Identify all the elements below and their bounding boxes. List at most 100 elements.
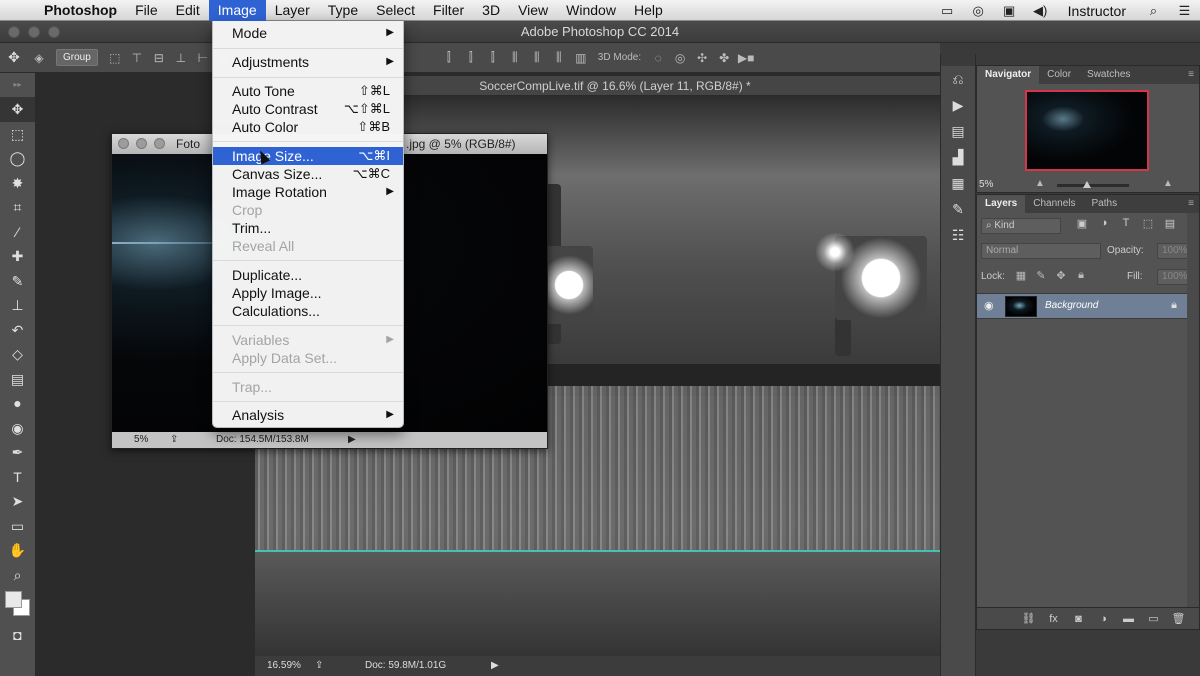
screen-mirror-icon[interactable]: ▭ <box>932 3 963 19</box>
menu-item-duplicate[interactable]: Duplicate... <box>213 266 403 284</box>
menu-item-apply-image[interactable]: Apply Image... <box>213 284 403 302</box>
3d-scale-icon[interactable]: ▶■ <box>735 51 757 65</box>
layers-scrollbar[interactable] <box>1187 213 1199 607</box>
menu-file[interactable]: File <box>126 0 167 21</box>
3d-roll-icon[interactable]: ◎ <box>669 51 691 65</box>
foreground-color-swatch[interactable] <box>5 591 22 608</box>
gradient-tool-icon[interactable]: ▤ <box>0 367 35 392</box>
tab-channels[interactable]: Channels <box>1025 195 1083 213</box>
status-menu-arrow-icon[interactable]: ▶ <box>491 656 499 676</box>
zoom-slider[interactable] <box>1057 184 1129 187</box>
filter-shape-icon[interactable]: ⬚ <box>1137 217 1159 230</box>
rectangle-tool-icon[interactable]: ▭ <box>0 514 35 539</box>
foto-share-icon[interactable]: ⇪ <box>170 432 178 448</box>
menu-item-analysis[interactable]: Analysis ▶ <box>213 406 403 424</box>
foto-document-size[interactable]: Doc: 154.5M/153.8M <box>216 432 309 448</box>
new-adjustment-layer-icon[interactable]: ◑ <box>1091 608 1116 629</box>
lock-all-icon[interactable]: 🔒︎ <box>1071 269 1091 282</box>
add-mask-icon[interactable]: ◙ <box>1066 608 1091 629</box>
minimize-window-button[interactable] <box>28 26 40 38</box>
histogram-panel-icon[interactable]: ▟ <box>941 144 975 170</box>
navigator-preview[interactable] <box>1025 90 1149 171</box>
panel-menu-icon[interactable]: ≡ <box>1188 66 1194 84</box>
crop-tool-icon[interactable]: ⌗ <box>0 195 35 220</box>
lock-position-icon[interactable]: ✥ <box>1051 269 1071 282</box>
document-size[interactable]: Doc: 59.8M/1.01G <box>365 656 446 676</box>
layer-row[interactable]: ◉ Background 🔒︎ <box>977 293 1187 319</box>
menu-window[interactable]: Window <box>557 0 625 21</box>
zoom-slider-handle[interactable] <box>1083 181 1091 188</box>
blur-tool-icon[interactable]: ● <box>0 391 35 416</box>
clone-stamp-tool-icon[interactable]: ⊥ <box>0 293 35 318</box>
menu-view[interactable]: View <box>509 0 557 21</box>
menu-edit[interactable]: Edit <box>167 0 209 21</box>
menu-select[interactable]: Select <box>367 0 424 21</box>
filter-pixel-icon[interactable]: ▣ <box>1071 217 1093 230</box>
menu-image[interactable]: Image <box>208 0 266 21</box>
distribute-right-icon[interactable]: ⫼ <box>548 50 570 65</box>
distribute-left-icon[interactable]: ⫼ <box>504 50 526 65</box>
layer-name[interactable]: Background <box>1045 300 1098 311</box>
tab-swatches[interactable]: Swatches <box>1079 66 1138 84</box>
pen-tool-icon[interactable]: ✒ <box>0 440 35 465</box>
align-middle-icon[interactable]: ⊟ <box>148 51 170 65</box>
menu-layer[interactable]: Layer <box>266 0 319 21</box>
align-top-icon[interactable]: ⊤ <box>126 51 148 65</box>
magic-wand-tool-icon[interactable]: ✸ <box>0 171 35 196</box>
menu-item-trim[interactable]: Trim... <box>213 219 403 237</box>
navigator-zoom-value[interactable]: 5% <box>979 179 993 190</box>
distribute-top-icon[interactable]: ⫿ <box>438 50 460 65</box>
actions-panel-icon[interactable]: ▶ <box>941 92 975 118</box>
tab-color[interactable]: Color <box>1039 66 1079 84</box>
layer-style-fx-icon[interactable]: fx <box>1041 608 1066 629</box>
menu-item-image-rotation[interactable]: Image Rotation ▶ <box>213 183 403 201</box>
type-tool-icon[interactable]: T <box>0 465 35 490</box>
menu-item-auto-color[interactable]: Auto Color ⇧⌘B <box>213 118 403 136</box>
dock-header[interactable] <box>941 54 975 66</box>
menu-app[interactable]: Photoshop <box>40 0 126 21</box>
delete-layer-icon[interactable]: 🗑︎ <box>1166 608 1191 629</box>
display-icon[interactable]: ▣ <box>994 3 1025 19</box>
menu-item-image-size[interactable]: Image Size... ⌥⌘I <box>213 147 403 165</box>
dodge-tool-icon[interactable]: ◉ <box>0 416 35 441</box>
3d-orbit-icon[interactable]: ◌ <box>647 51 669 65</box>
panel-menu-icon[interactable]: ≡ <box>1188 195 1194 213</box>
menu-help[interactable]: Help <box>625 0 672 21</box>
hand-tool-icon[interactable]: ✋ <box>0 538 35 563</box>
layer-filter-kind-dropdown[interactable]: ⌕ Kind <box>981 218 1061 234</box>
filter-type-icon[interactable]: T <box>1115 217 1137 230</box>
document-zoom-level[interactable]: 16.59% <box>267 656 301 676</box>
new-layer-icon[interactable]: ▭ <box>1141 608 1166 629</box>
eraser-tool-icon[interactable]: ◇ <box>0 342 35 367</box>
move-tool-preset-icon[interactable]: ✥ <box>0 49 28 66</box>
transform-controls-icon[interactable]: ⬚ <box>104 51 126 65</box>
foto-minimize-button[interactable] <box>136 138 147 149</box>
distribute-middle-icon[interactable]: ⫿ <box>460 50 482 65</box>
menu-3d[interactable]: 3D <box>473 0 509 21</box>
tab-navigator[interactable]: Navigator <box>977 66 1040 84</box>
zoom-in-icon[interactable]: ▲ <box>1163 178 1173 189</box>
auto-select-icon[interactable]: ◈ <box>28 51 50 65</box>
eyedropper-tool-icon[interactable]: ⁄ <box>0 220 35 245</box>
new-group-icon[interactable]: ▬ <box>1116 608 1141 629</box>
distribute-bottom-icon[interactable]: ⫿ <box>482 50 504 65</box>
share-icon[interactable]: ⇪ <box>315 656 323 676</box>
align-bottom-icon[interactable]: ⊥ <box>170 51 192 65</box>
align-left-icon[interactable]: ⊢ <box>192 51 214 65</box>
distribute-center-icon[interactable]: ⫼ <box>526 50 548 65</box>
tab-layers[interactable]: Layers <box>977 195 1026 213</box>
tools-grip[interactable]: ▸▸ <box>0 73 35 97</box>
menu-item-auto-tone[interactable]: Auto Tone ⇧⌘L <box>213 82 403 100</box>
filter-adjustment-icon[interactable]: ◑ <box>1093 217 1115 230</box>
brush-presets-panel-icon[interactable]: ✎ <box>941 196 975 222</box>
path-selection-tool-icon[interactable]: ➤ <box>0 489 35 514</box>
marquee-tool-icon[interactable]: ⬚ <box>0 122 35 147</box>
info-panel-icon[interactable]: ▦ <box>941 170 975 196</box>
link-layers-icon[interactable]: ⛓ <box>1016 608 1041 629</box>
filter-smart-object-icon[interactable]: ▤ <box>1159 217 1181 230</box>
lasso-tool-icon[interactable]: ◯ <box>0 146 35 171</box>
blend-mode-dropdown[interactable]: Normal <box>981 243 1101 259</box>
menu-item-auto-contrast[interactable]: Auto Contrast ⌥⇧⌘L <box>213 100 403 118</box>
lock-transparent-icon[interactable]: ▦ <box>1011 269 1031 282</box>
3d-pan-icon[interactable]: ✣ <box>691 51 713 65</box>
